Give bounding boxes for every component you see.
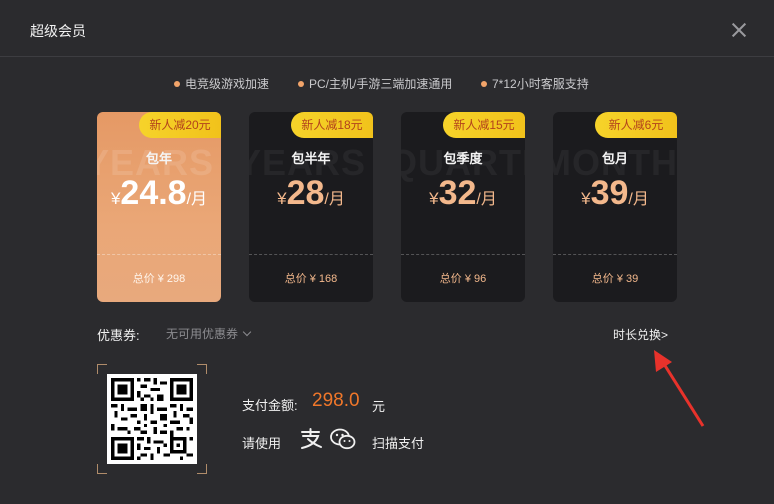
payment-amount-unit: 元 <box>372 399 386 414</box>
dashed-divider <box>401 254 525 255</box>
discount-badge: 新人减15元 <box>443 112 525 138</box>
feature-list: 电竞级游戏加速 PC/主机/手游三端加速通用 7*12小时客服支持 <box>0 75 774 91</box>
plan-total: 总价 ¥ 298 <box>132 273 186 285</box>
feature-item: PC/主机/手游三端加速通用 <box>298 75 452 92</box>
bullet-icon <box>298 80 304 87</box>
discount-badge: 新人减6元 <box>595 112 677 138</box>
use-label: 请使用 <box>242 436 282 451</box>
price-unit: /月 <box>186 191 208 208</box>
payment-amount-label: 支付金额: <box>242 398 298 413</box>
frame-corner <box>97 464 107 474</box>
plan-name: 包季度 <box>443 151 483 166</box>
plan-name: 包年 <box>145 151 172 166</box>
feature-item: 电竞级游戏加速 <box>174 75 269 92</box>
price-amount: 32 <box>438 174 477 212</box>
price-unit: /月 <box>476 191 497 208</box>
frame-corner <box>197 464 207 474</box>
plan-name: 包半年 <box>291 151 331 166</box>
currency-symbol: ¥ <box>581 189 591 208</box>
plan-price: ¥39/月 <box>553 174 677 213</box>
feature-label: 7*12小时客服支持 <box>492 77 589 91</box>
discount-badge: 新人减18元 <box>291 112 373 138</box>
feature-item: 7*12小时客服支持 <box>481 75 589 92</box>
frame-corner <box>97 364 107 374</box>
plan-total: 总价 ¥ 39 <box>591 273 639 285</box>
currency-symbol: ¥ <box>429 189 439 208</box>
chevron-down-icon <box>242 327 252 337</box>
price-amount: 39 <box>590 174 629 212</box>
coupon-label: 优惠券: <box>97 328 140 343</box>
feature-label: 电竞级游戏加速 <box>185 77 270 91</box>
coupon-value: 无可用优惠券 <box>166 327 239 341</box>
qr-code-frame <box>97 364 207 474</box>
qr-code-icon <box>111 378 193 460</box>
scan-pay-label: 扫描支付 <box>372 436 425 451</box>
annotation-arrow-icon <box>654 350 705 427</box>
plan-price: ¥28/月 <box>249 174 373 213</box>
plan-total: 总价 ¥ 168 <box>284 273 338 285</box>
plan-card-quarterly[interactable]: QUARTER 新人减15元 包季度 ¥32/月 总价 ¥ 96 <box>401 112 525 302</box>
price-amount: 28 <box>286 174 325 212</box>
duration-redeem-link[interactable]: 时长兑换> <box>613 326 668 343</box>
plan-price: ¥24.8/月 <box>97 174 221 213</box>
price-amount: 24.8 <box>120 174 187 212</box>
plan-name: 包月 <box>601 151 628 166</box>
plan-total: 总价 ¥ 96 <box>439 273 487 285</box>
currency-symbol: ¥ <box>110 189 121 208</box>
frame-corner <box>197 364 207 374</box>
wechat-pay-icon <box>330 428 356 450</box>
price-unit: /月 <box>324 191 345 208</box>
currency-symbol: ¥ <box>277 189 287 208</box>
plan-card-half-year[interactable]: YEARS 新人减18元 包半年 ¥28/月 总价 ¥ 168 <box>249 112 373 302</box>
close-button[interactable] <box>728 19 750 41</box>
title-bar: 超级会员 <box>0 0 774 57</box>
qr-code <box>107 374 197 464</box>
dashed-divider <box>249 254 373 255</box>
plan-card-yearly[interactable]: YEARS 新人减20元 包年 ¥24.8/月 总价 ¥ 298 <box>97 112 221 302</box>
dashed-divider <box>97 254 221 255</box>
bullet-icon <box>481 80 487 87</box>
coupon-dropdown[interactable]: 无可用优惠券 <box>166 325 252 342</box>
discount-badge: 新人减20元 <box>139 112 221 138</box>
plan-card-monthly[interactable]: MONTH 新人减6元 包月 ¥39/月 总价 ¥ 39 <box>553 112 677 302</box>
dashed-divider <box>553 254 677 255</box>
feature-label: PC/主机/手游三端加速通用 <box>309 77 453 91</box>
price-unit: /月 <box>628 191 649 208</box>
window-title: 超级会员 <box>30 23 86 39</box>
bullet-icon <box>174 80 180 87</box>
payment-amount-value: 298.0 <box>312 390 360 411</box>
alipay-icon <box>301 428 322 449</box>
plan-price: ¥32/月 <box>401 174 525 213</box>
